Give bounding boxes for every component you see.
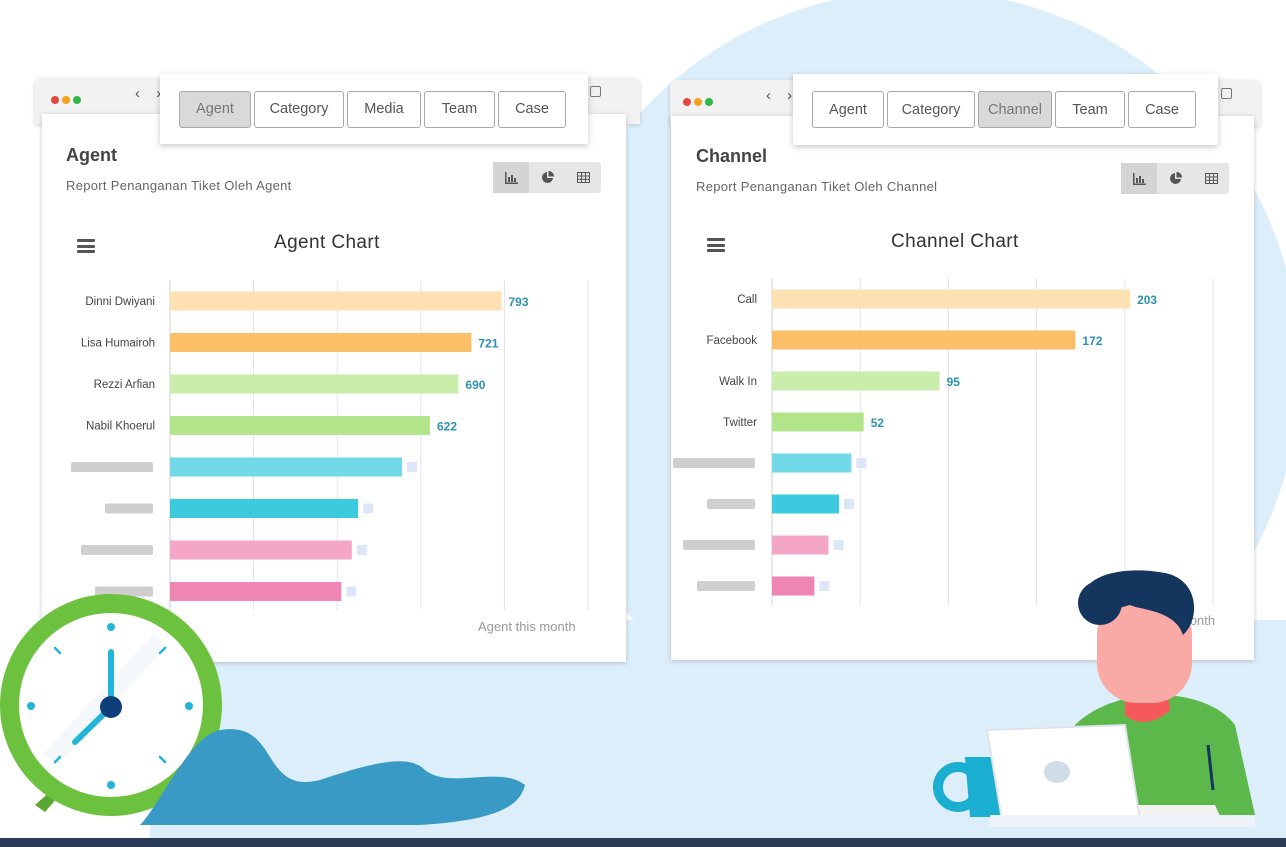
tab-agent[interactable]: Agent xyxy=(179,90,251,128)
tab-case[interactable]: Case xyxy=(1128,91,1196,128)
tab-media[interactable]: Media xyxy=(347,90,421,128)
panel-title: Agent xyxy=(66,145,117,165)
chart-title: Agent Chart xyxy=(274,232,380,253)
bottom-bar xyxy=(0,838,1286,847)
tab-category[interactable]: Category xyxy=(254,90,344,128)
left-report-panel: Agent Report Penanganan Tiket Oleh Agent… xyxy=(42,114,626,662)
tab-agent[interactable]: Agent xyxy=(812,91,884,128)
chart-title: Channel Chart xyxy=(891,231,1019,252)
panel-subtitle: Report Penanganan Tiket Oleh Agent xyxy=(66,178,292,193)
window-restore-icon[interactable] xyxy=(590,86,601,97)
bar-chart-icon[interactable] xyxy=(1121,163,1157,194)
view-toggle xyxy=(493,162,601,193)
minimize-dot-icon[interactable] xyxy=(694,98,702,106)
x-axis-label: Agent this month xyxy=(478,619,576,634)
maximize-dot-icon[interactable] xyxy=(705,98,713,106)
wave-shape xyxy=(140,729,525,825)
tab-channel[interactable]: Channel xyxy=(978,91,1052,128)
close-dot-icon[interactable] xyxy=(683,98,691,106)
table-icon[interactable] xyxy=(565,162,601,193)
left-tab-bar: Agent Category Media Team Case xyxy=(160,74,588,144)
tab-category[interactable]: Category xyxy=(887,91,975,128)
tab-team[interactable]: Team xyxy=(424,90,495,128)
minimize-dot-icon[interactable] xyxy=(62,96,70,104)
tab-team[interactable]: Team xyxy=(1055,91,1125,128)
window-restore-icon[interactable] xyxy=(1221,88,1232,99)
table-icon[interactable] xyxy=(1193,163,1229,194)
person-illustration xyxy=(933,570,1255,827)
maximize-dot-icon[interactable] xyxy=(73,96,81,104)
view-toggle xyxy=(1121,163,1229,194)
close-dot-icon[interactable] xyxy=(51,96,59,104)
panel-title: Channel xyxy=(696,146,768,166)
chart-menu-icon[interactable] xyxy=(77,239,95,253)
chart-menu-icon[interactable] xyxy=(707,238,725,252)
bar-chart-icon[interactable] xyxy=(493,162,529,193)
panel-subtitle: Report Penanganan Tiket Oleh Channel xyxy=(696,179,938,194)
pie-chart-icon[interactable] xyxy=(529,162,565,193)
right-tab-bar: Agent Category Channel Team Case xyxy=(793,74,1218,145)
pie-chart-icon[interactable] xyxy=(1157,163,1193,194)
tab-case[interactable]: Case xyxy=(498,90,566,128)
